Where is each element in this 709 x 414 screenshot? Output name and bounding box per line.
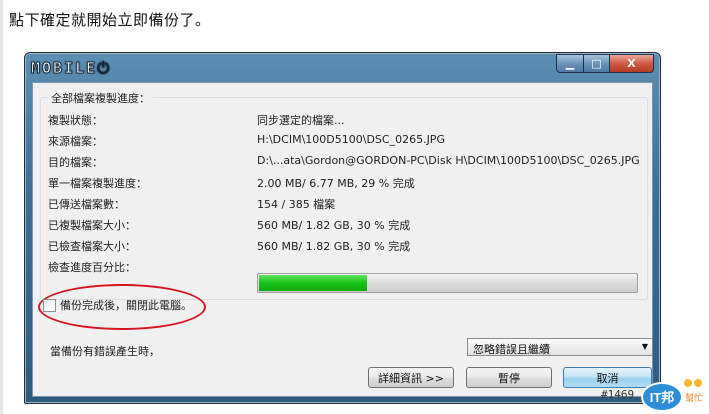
maximize-button[interactable]: □ bbox=[584, 54, 610, 73]
minimize-icon: ▁ bbox=[565, 57, 575, 70]
cancel-button[interactable]: 取消 bbox=[563, 367, 652, 388]
ithome-watermark-logo: IT邦 幫忙 bbox=[641, 379, 703, 412]
error-handling-select[interactable]: 忽略錯誤且繼續 ▼ bbox=[467, 338, 653, 356]
source-file-row: 來源檔案： H:\DCIM\100D5100\DSC_0265.JPG bbox=[41, 133, 647, 149]
app-logo: MOBILE⏻ bbox=[30, 59, 112, 78]
copied-size-row: 已複製檔案大小： 560 MB/ 1.82 GB, 30 % 完成 bbox=[41, 217, 647, 233]
checked-size-label: 已檢查檔案大小： bbox=[48, 240, 136, 253]
single-file-progress-row: 單一檔案複製進度： 2.00 MB/ 6.77 MB, 29 % 完成 bbox=[41, 175, 647, 191]
files-sent-label: 已傳送檔案數： bbox=[48, 198, 125, 211]
details-button[interactable]: 詳細資訊 >> bbox=[368, 367, 454, 388]
check-progress-label: 檢查進度百分比： bbox=[48, 261, 136, 274]
single-file-progress-label: 單一檔案複製進度： bbox=[48, 177, 147, 190]
watermark-id: #1469 bbox=[601, 388, 635, 401]
error-handling-label: 當備份有錯誤產生時， bbox=[50, 345, 160, 358]
window-client-area: 全部檔案複製進度： 複製狀態： 同步選定的檔案... 來源檔案： H:\DCIM… bbox=[32, 82, 653, 397]
pause-button[interactable]: 暫停 bbox=[466, 367, 552, 388]
shutdown-checkbox-row[interactable]: 備份完成後，關閉此電腦。 bbox=[43, 297, 192, 313]
backup-window: MOBILE⏻ ▁ □ X 全部檔案複製進度： 複製狀態： 同步選定的檔案...… bbox=[24, 52, 661, 404]
chevron-down-icon: ▼ bbox=[641, 342, 648, 351]
single-file-progress-value: 2.00 MB/ 6.77 MB, 29 % 完成 bbox=[257, 177, 415, 190]
copied-size-value: 560 MB/ 1.82 GB, 30 % 完成 bbox=[257, 219, 411, 232]
intro-text: 點下確定就開始立即備份了。 bbox=[9, 11, 211, 29]
check-progress-bar bbox=[257, 273, 638, 293]
source-file-value: H:\DCIM\100D5100\DSC_0265.JPG bbox=[257, 133, 445, 146]
close-icon: X bbox=[627, 57, 636, 70]
dest-file-label: 目的檔案： bbox=[48, 156, 103, 169]
checked-size-value: 560 MB/ 1.82 GB, 30 % 完成 bbox=[257, 240, 411, 253]
files-sent-row: 已傳送檔案數： 154 / 385 檔案 bbox=[41, 196, 647, 212]
copied-size-label: 已複製檔案大小： bbox=[48, 219, 136, 232]
files-sent-value: 154 / 385 檔案 bbox=[257, 198, 336, 211]
progress-group-title: 全部檔案複製進度： bbox=[48, 90, 153, 106]
minimize-button[interactable]: ▁ bbox=[556, 54, 584, 73]
power-icon: ⏻ bbox=[97, 59, 112, 78]
dest-file-value: D:\...ata\Gordon@GORDON-PC\Disk H\DCIM\1… bbox=[257, 154, 640, 167]
status-label: 複製狀態： bbox=[48, 114, 103, 127]
maximize-icon: □ bbox=[591, 57, 602, 70]
check-progress-fill bbox=[259, 275, 367, 291]
status-row: 複製狀態： 同步選定的檔案... bbox=[41, 112, 647, 128]
status-value: 同步選定的檔案... bbox=[257, 114, 345, 127]
watermark-logo-sub: 幫忙 bbox=[685, 392, 703, 403]
watermark-logo-text: IT邦 bbox=[650, 390, 675, 405]
progress-group: 全部檔案複製進度： 複製狀態： 同步選定的檔案... 來源檔案： H:\DCIM… bbox=[40, 90, 648, 300]
checked-size-row: 已檢查檔案大小： 560 MB/ 1.82 GB, 30 % 完成 bbox=[41, 238, 647, 254]
shutdown-checkbox-label[interactable]: 備份完成後，關閉此電腦。 bbox=[60, 297, 192, 313]
article-border bbox=[0, 0, 3, 414]
shutdown-checkbox[interactable] bbox=[43, 298, 56, 312]
error-handling-selected: 忽略錯誤且繼續 bbox=[473, 343, 550, 356]
source-file-label: 來源檔案： bbox=[48, 135, 103, 148]
close-button[interactable]: X bbox=[610, 54, 654, 73]
title-bar[interactable]: MOBILE⏻ ▁ □ X bbox=[25, 53, 660, 83]
dest-file-row: 目的檔案： D:\...ata\Gordon@GORDON-PC\Disk H\… bbox=[41, 154, 647, 170]
